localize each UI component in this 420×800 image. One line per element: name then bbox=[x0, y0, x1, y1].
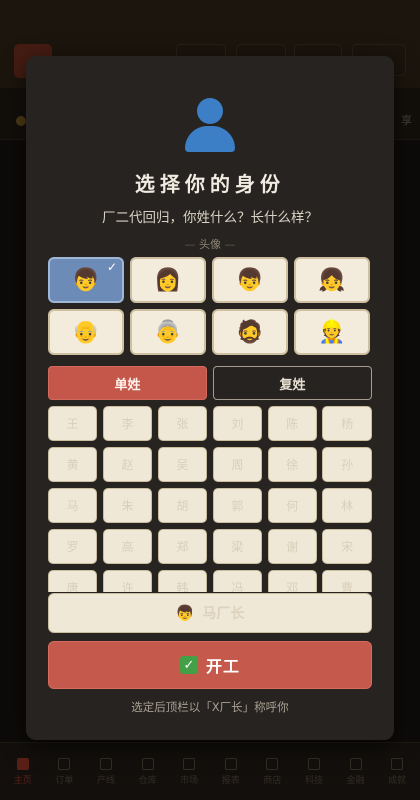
surname-option[interactable]: 唐 bbox=[48, 570, 98, 592]
avatar-emoji: 👷 bbox=[318, 319, 346, 345]
avatar-section-label: — 头像 — bbox=[184, 238, 236, 251]
avatar-emoji: 👦 bbox=[72, 267, 100, 293]
avatar-option[interactable]: 👷 bbox=[294, 309, 370, 355]
surname-option[interactable]: 罗 bbox=[48, 529, 98, 564]
surname-option[interactable]: 何 bbox=[267, 488, 317, 523]
surname-option[interactable]: 郭 bbox=[212, 488, 262, 523]
surname-option[interactable]: 黄 bbox=[48, 447, 98, 482]
surname-option[interactable]: 赵 bbox=[102, 447, 153, 482]
surname-option[interactable]: 李 bbox=[102, 406, 153, 441]
start-button[interactable]: ✓ 开工 bbox=[48, 641, 372, 689]
surname-option[interactable]: 朱 bbox=[102, 488, 153, 523]
surname-option[interactable]: 郑 bbox=[157, 529, 208, 564]
avatar-emoji: 🧔 bbox=[236, 319, 264, 345]
surname-option[interactable]: 张 bbox=[157, 406, 208, 441]
surname-type-toggle: 单姓 复姓 bbox=[48, 366, 372, 400]
avatar-option[interactable]: 👵 bbox=[130, 309, 206, 355]
start-button-label: 开工 bbox=[205, 657, 240, 676]
surname-option[interactable]: 胡 bbox=[157, 488, 208, 523]
avatar-section-label-text: 头像 bbox=[199, 238, 221, 251]
preview-avatar: 👦 bbox=[175, 604, 195, 622]
check-icon: ✓ bbox=[179, 656, 198, 674]
surname-option[interactable]: 杨 bbox=[322, 406, 372, 441]
surname-option[interactable]: 马 bbox=[48, 488, 98, 523]
name-preview: 👦 马厂长 bbox=[48, 593, 372, 633]
surname-option[interactable]: 高 bbox=[102, 529, 153, 564]
surname-option[interactable]: 冯 bbox=[212, 570, 262, 592]
surname-option[interactable]: 徐 bbox=[267, 447, 317, 482]
surname-option[interactable]: 周 bbox=[212, 447, 262, 482]
dialog-subtitle: 厂二代回归，你姓什么？长什么样？ bbox=[102, 210, 318, 226]
surname-option[interactable]: 谢 bbox=[267, 529, 317, 564]
avatar-emoji: 👴 bbox=[72, 319, 100, 345]
hint-text: 选定后顶栏以「X厂长」称呼你 bbox=[131, 700, 289, 714]
avatar-option[interactable]: 👩 bbox=[130, 257, 206, 303]
tab-compound-surname[interactable]: 复姓 bbox=[213, 366, 372, 400]
avatar-option[interactable]: 👴 bbox=[48, 309, 124, 355]
tab-single-surname[interactable]: 单姓 bbox=[48, 366, 207, 400]
surname-grid: 王李张刘陈杨黄赵吴周徐孙马朱胡郭何林罗高郑梁谢宋唐许韩冯邓曹 bbox=[48, 406, 372, 592]
surname-option[interactable]: 刘 bbox=[212, 406, 262, 441]
avatar-option[interactable]: 👦 ✓ bbox=[48, 257, 124, 303]
avatar-emoji: 👩 bbox=[154, 267, 182, 293]
dialog-title: 选择你的身份 bbox=[135, 172, 285, 196]
preview-name: 马厂长 bbox=[202, 606, 245, 622]
surname-option[interactable]: 梁 bbox=[212, 529, 262, 564]
surname-option[interactable]: 陈 bbox=[267, 406, 317, 441]
identity-dialog: 选择你的身份 厂二代回归，你姓什么？长什么样？ — 头像 — 👦 ✓ 👩 👦 👧 👴 👵 🧔 👷… bbox=[26, 56, 394, 740]
avatar-option[interactable]: 👧 bbox=[294, 257, 370, 303]
person-icon bbox=[181, 96, 239, 154]
avatar-emoji: 👧 bbox=[318, 267, 346, 293]
surname-option[interactable]: 曹 bbox=[322, 570, 372, 592]
avatar-option[interactable]: 🧔 bbox=[212, 309, 288, 355]
surname-option[interactable]: 韩 bbox=[157, 570, 208, 592]
avatar-grid: 👦 ✓ 👩 👦 👧 👴 👵 🧔 👷 bbox=[48, 257, 372, 355]
surname-option[interactable]: 宋 bbox=[322, 529, 372, 564]
surname-option[interactable]: 林 bbox=[322, 488, 372, 523]
surname-option[interactable]: 吴 bbox=[157, 447, 208, 482]
avatar-emoji: 👦 bbox=[236, 267, 264, 293]
avatar-option[interactable]: 👦 bbox=[212, 257, 288, 303]
surname-option[interactable]: 邓 bbox=[267, 570, 317, 592]
surname-option[interactable]: 王 bbox=[48, 406, 98, 441]
surname-option[interactable]: 孙 bbox=[322, 447, 372, 482]
surname-grid-scroll[interactable]: 王李张刘陈杨黄赵吴周徐孙马朱胡郭何林罗高郑梁谢宋唐许韩冯邓曹 bbox=[48, 406, 372, 592]
surname-option[interactable]: 许 bbox=[102, 570, 153, 592]
avatar-emoji: 👵 bbox=[154, 319, 182, 345]
check-icon: ✓ bbox=[106, 260, 117, 274]
